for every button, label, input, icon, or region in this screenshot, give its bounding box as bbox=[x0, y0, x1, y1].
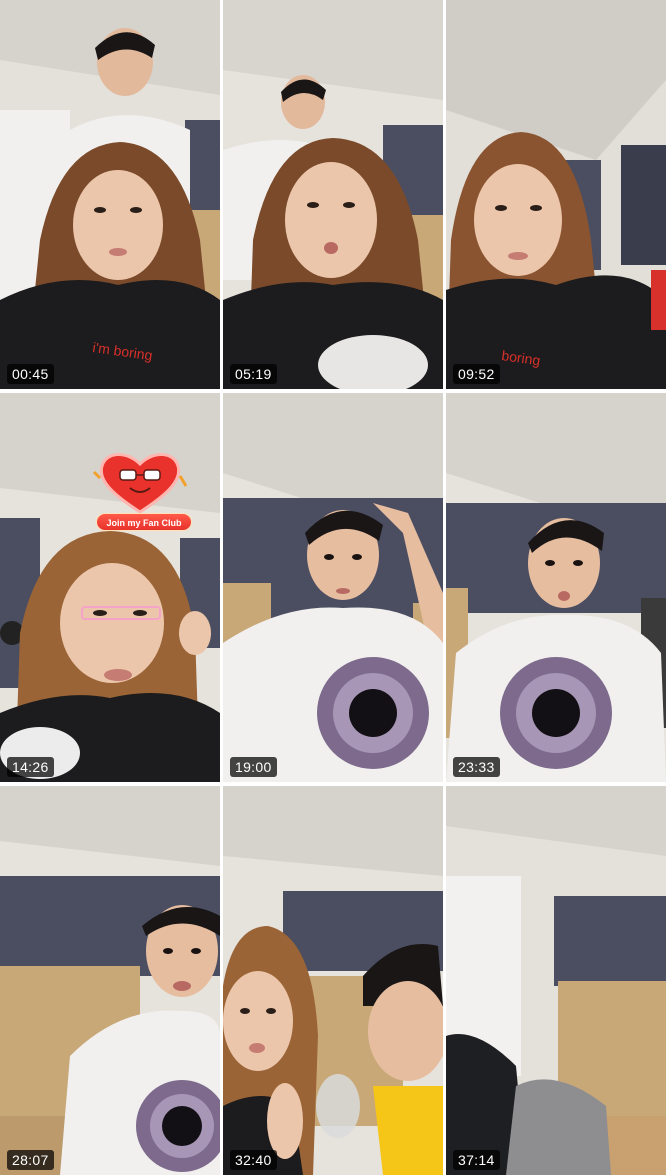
timestamp-label: 00:45 bbox=[7, 364, 54, 384]
video-thumbnail-2[interactable]: 05:19 bbox=[223, 0, 443, 389]
video-thumbnail-1[interactable]: i'm boring 00:45 bbox=[0, 0, 220, 389]
timestamp-label: 09:52 bbox=[453, 364, 500, 384]
heart-sticker-icon bbox=[92, 453, 188, 514]
scene-girl-with-boy-behind: i'm boring bbox=[0, 0, 220, 389]
timestamp-label: 14:26 bbox=[7, 757, 54, 777]
scene-girl-alone: boring bbox=[446, 0, 666, 389]
scene-boy-eye-shirt bbox=[446, 393, 666, 782]
video-thumbnail-7[interactable]: 28:07 bbox=[0, 786, 220, 1175]
video-thumbnail-8[interactable]: 32:40 bbox=[223, 786, 443, 1175]
video-thumbnail-9[interactable]: 37:14 bbox=[446, 786, 666, 1175]
timestamp-label: 32:40 bbox=[230, 1150, 277, 1170]
video-thumbnail-4[interactable]: Join my Fan Club 14:26 bbox=[0, 393, 220, 782]
scene-girl-and-boy bbox=[223, 786, 443, 1175]
scene-girl-with-boy-behind bbox=[223, 0, 443, 389]
scene-room-empty bbox=[446, 786, 666, 1175]
video-thumbnail-5[interactable]: 19:00 bbox=[223, 393, 443, 782]
video-thumbnail-3[interactable]: boring 09:52 bbox=[446, 0, 666, 389]
timestamp-label: 23:33 bbox=[453, 757, 500, 777]
timestamp-label: 37:14 bbox=[453, 1150, 500, 1170]
timestamp-label: 28:07 bbox=[7, 1150, 54, 1170]
timestamp-label: 19:00 bbox=[230, 757, 277, 777]
scene-boy-eye-shirt bbox=[223, 393, 443, 782]
video-thumbnail-grid: i'm boring 00:45 05:19 boring 09:52 Join… bbox=[0, 0, 666, 1176]
join-fan-club-button[interactable]: Join my Fan Club bbox=[96, 513, 192, 531]
video-thumbnail-6[interactable]: 23:33 bbox=[446, 393, 666, 782]
timestamp-label: 05:19 bbox=[230, 364, 277, 384]
scene-boy-eye-shirt bbox=[0, 786, 220, 1175]
